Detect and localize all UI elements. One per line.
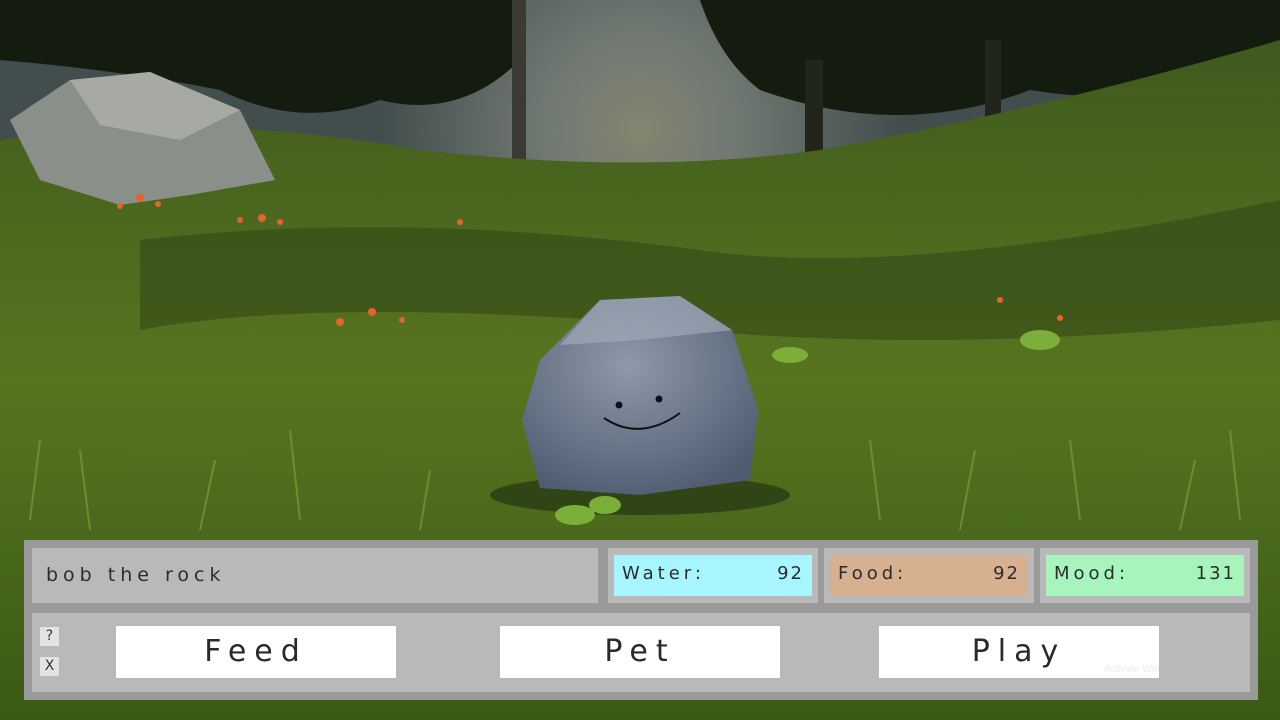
pet-name: bob the rock — [46, 564, 226, 586]
water-value: 92 — [777, 563, 804, 584]
pet-name-panel: bob the rock — [32, 548, 598, 603]
feed-button[interactable]: Feed — [116, 626, 396, 678]
water-stat-fill: Water: 92 — [614, 555, 812, 596]
hud-panel: bob the rock Water: 92 Food: 92 Mood: 13… — [24, 540, 1258, 700]
food-value: 92 — [993, 563, 1020, 584]
mood-stat-fill: Mood: 131 — [1046, 555, 1244, 596]
food-stat-fill: Food: 92 — [830, 555, 1028, 596]
tree-trunk — [512, 0, 526, 160]
food-label: Food: — [838, 563, 908, 584]
mood-value: 131 — [1195, 563, 1236, 584]
pet-button[interactable]: Pet — [500, 626, 780, 678]
close-button[interactable]: X — [40, 657, 59, 676]
action-bar: ? X Feed Pet Play — [32, 613, 1250, 692]
rock-eye-left — [615, 401, 623, 409]
mood-stat: Mood: 131 — [1040, 548, 1250, 603]
activation-watermark: Activate Win — [1104, 664, 1160, 675]
water-label: Water: — [622, 563, 705, 584]
mood-label: Mood: — [1054, 563, 1130, 584]
rock-eye-right — [655, 395, 663, 403]
help-button[interactable]: ? — [40, 627, 59, 646]
water-stat: Water: 92 — [608, 548, 818, 603]
food-stat: Food: 92 — [824, 548, 1034, 603]
